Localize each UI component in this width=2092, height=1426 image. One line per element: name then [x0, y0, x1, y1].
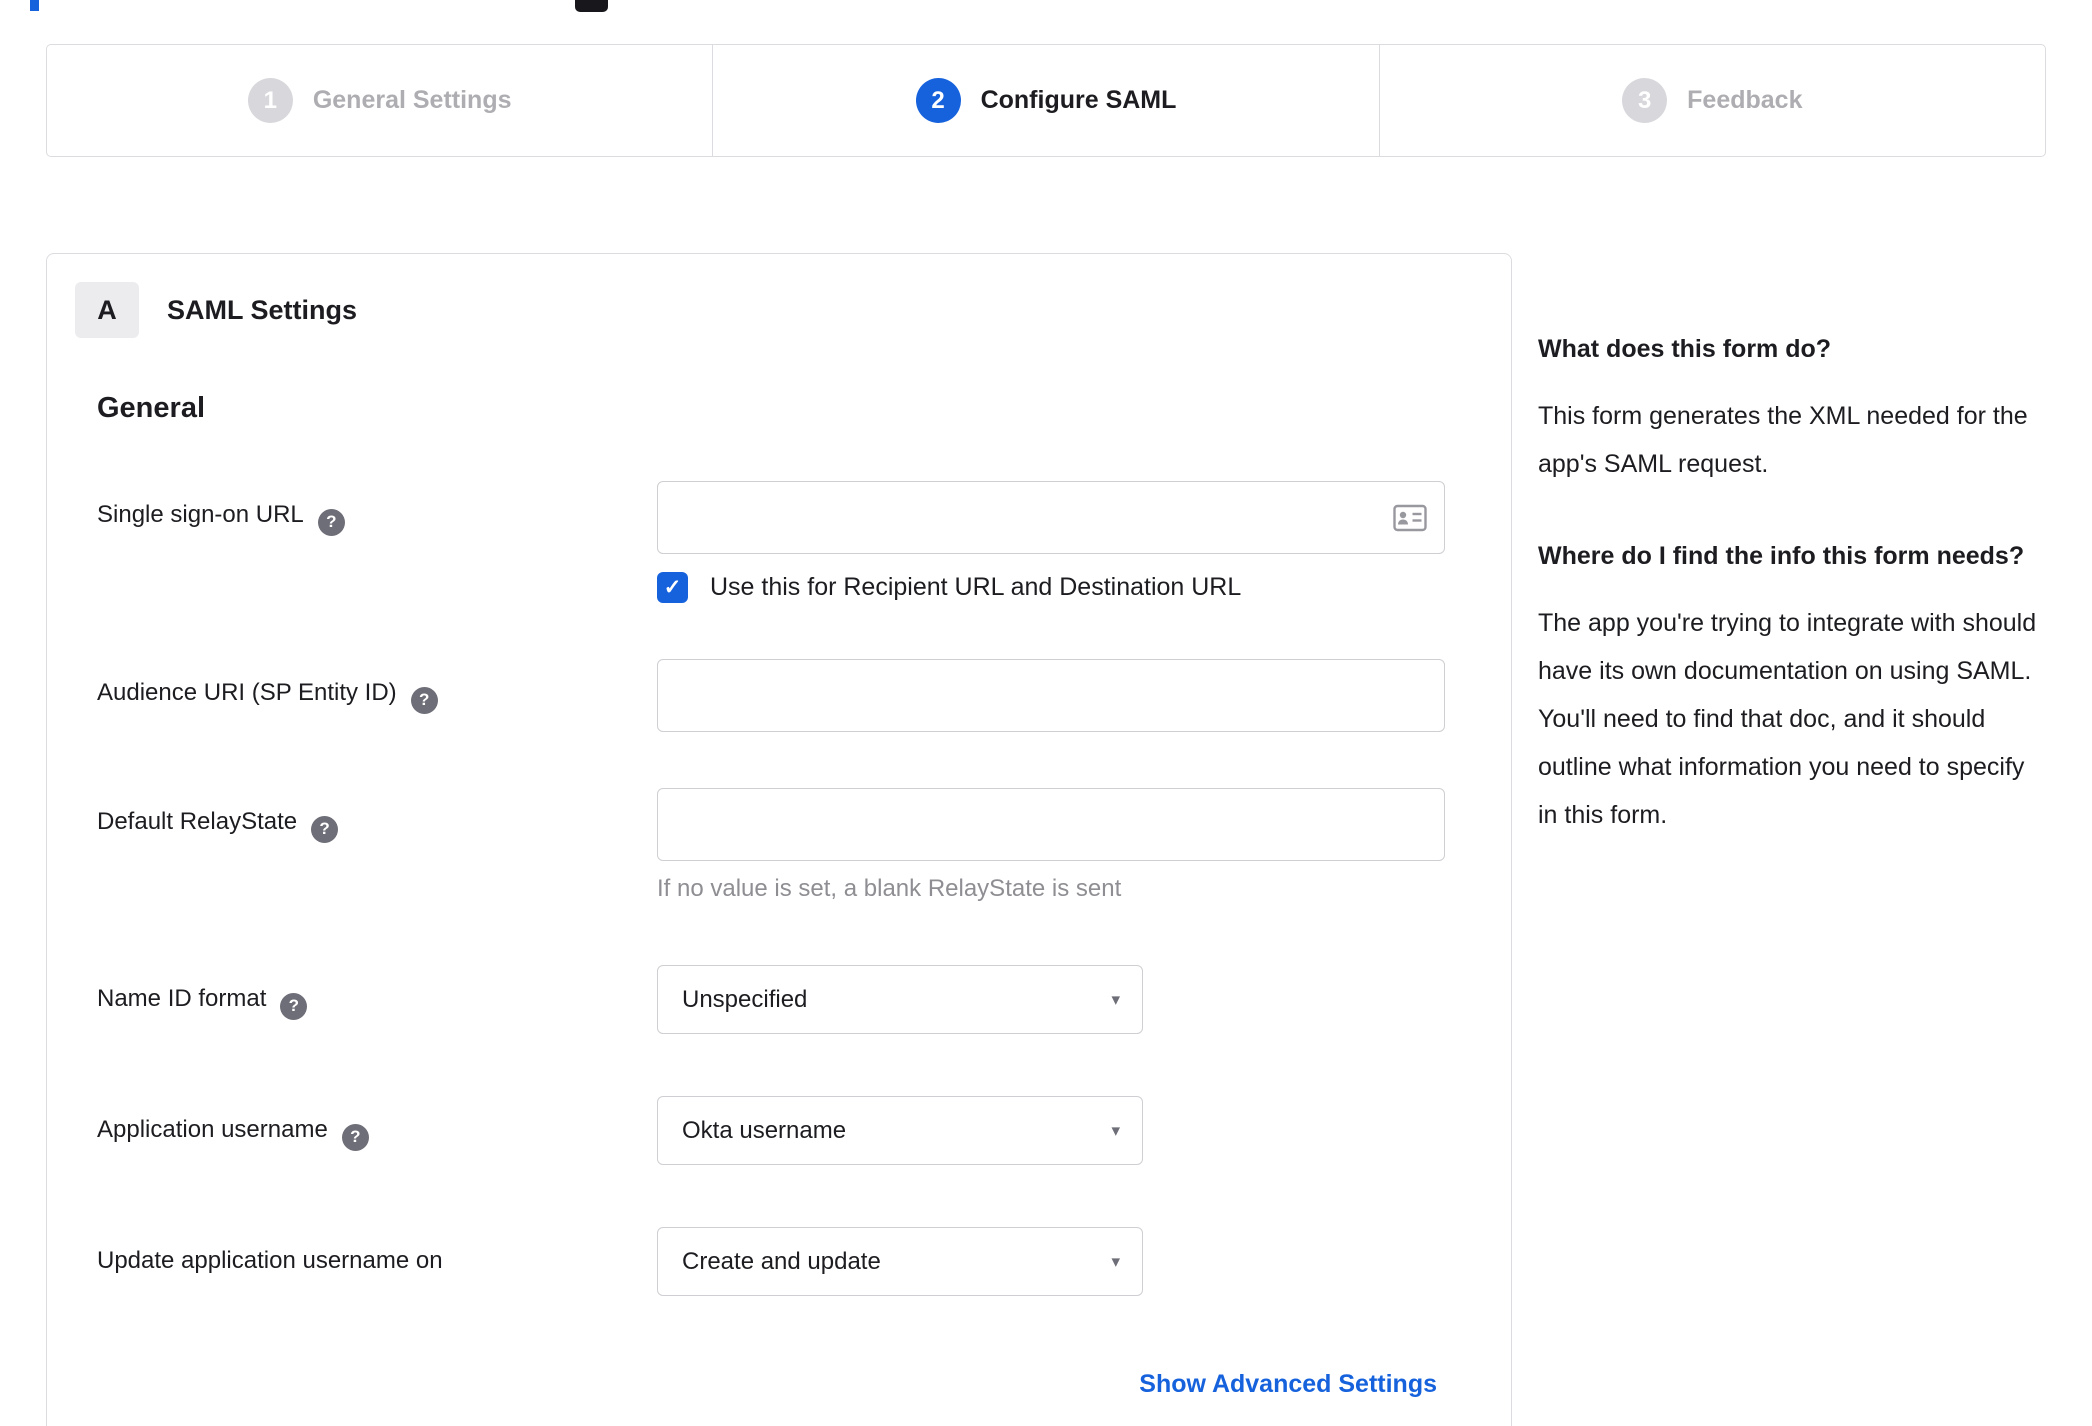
wizard-stepper: 1 General Settings 2 Configure SAML 3 Fe…	[46, 44, 2046, 157]
help-icon[interactable]: ?	[280, 992, 308, 1020]
chevron-down-icon: ▾	[1111, 989, 1120, 1009]
relay-state-hint: If no value is set, a blank RelayState i…	[657, 875, 1122, 902]
field-control-cell: If no value is set, a blank RelayState i…	[657, 788, 1445, 903]
step-general-settings[interactable]: 1 General Settings	[47, 45, 712, 156]
step-feedback[interactable]: 3 Feedback	[1378, 45, 2045, 156]
name-id-format-select[interactable]: Unspecified ▾	[657, 965, 1143, 1034]
help-icon[interactable]: ?	[317, 508, 345, 536]
field-label-cell: Application username?	[97, 1096, 657, 1151]
chevron-down-icon: ▾	[1111, 1120, 1120, 1140]
help-section-what: What does this form do? This form genera…	[1538, 325, 2046, 488]
step-label: Feedback	[1687, 86, 1803, 114]
field-label-cell: Name ID format?	[97, 965, 657, 1020]
group-title-general: General	[97, 392, 205, 424]
field-row-sso-url: Single sign-on URL? ✓ Use this for Recip…	[97, 481, 1445, 603]
help-heading: What does this form do?	[1538, 335, 1832, 363]
audience-uri-input-wrap	[657, 659, 1445, 732]
field-control-cell	[657, 659, 1445, 732]
help-heading: Where do I find the info this form needs…	[1538, 542, 2025, 570]
app-username-select[interactable]: Okta username ▾	[657, 1096, 1143, 1165]
field-row-name-id-format: Name ID format? Unspecified ▾	[97, 965, 1443, 1034]
step-number-badge: 2	[915, 78, 961, 123]
field-label-cell: Audience URI (SP Entity ID)?	[97, 659, 657, 714]
app-username-label: Application username	[97, 1116, 328, 1143]
sso-url-input-wrap	[657, 481, 1445, 554]
audience-uri-label: Audience URI (SP Entity ID)	[97, 679, 397, 706]
field-label-cell: Default RelayState?	[97, 788, 657, 843]
field-row-update-app-username: Update application username on Create an…	[97, 1227, 1443, 1296]
help-sidebar: What does this form do? This form genera…	[1538, 325, 2046, 839]
step-number-badge: 3	[1622, 78, 1668, 123]
select-value: Unspecified	[682, 985, 808, 1013]
field-row-relay-state: Default RelayState? If no value is set, …	[97, 788, 1445, 903]
update-app-username-label: Update application username on	[97, 1247, 443, 1274]
field-row-audience-uri: Audience URI (SP Entity ID)?	[97, 659, 1445, 732]
select-value: Create and update	[682, 1247, 881, 1275]
chevron-down-icon: ▾	[1111, 1251, 1120, 1271]
relay-state-input-wrap	[657, 788, 1445, 861]
panel-title: SAML Settings	[167, 294, 358, 325]
field-control-cell: Okta username ▾	[657, 1096, 1443, 1165]
step-label: Configure SAML	[980, 86, 1177, 114]
cutoff-icon-fragment	[575, 0, 608, 12]
field-label-cell: Single sign-on URL?	[97, 481, 657, 536]
saml-general-form: General Single sign-on URL? ✓ Use this f…	[75, 392, 1445, 1399]
recipient-url-checkbox[interactable]: ✓	[657, 572, 688, 603]
relay-state-label: Default RelayState	[97, 808, 298, 835]
name-id-format-label: Name ID format	[97, 985, 267, 1012]
step-number-badge: 1	[247, 78, 293, 123]
help-section-where: Where do I find the info this form needs…	[1538, 532, 2046, 839]
help-body: The app you're trying to integrate with …	[1538, 609, 2037, 829]
sso-url-label: Single sign-on URL	[97, 501, 304, 528]
cutoff-logo-fragment	[30, 0, 39, 11]
field-control-cell: Create and update ▾	[657, 1227, 1443, 1296]
help-icon[interactable]: ?	[410, 686, 438, 714]
advanced-settings-row: Show Advanced Settings	[97, 1370, 1443, 1399]
recipient-url-checkbox-row: ✓ Use this for Recipient URL and Destina…	[657, 572, 1445, 603]
help-icon[interactable]: ?	[341, 1123, 369, 1151]
help-body: This form generates the XML needed for t…	[1538, 402, 2028, 478]
sso-url-input[interactable]	[657, 481, 1445, 554]
field-row-app-username: Application username? Okta username ▾	[97, 1096, 1443, 1165]
step-label: General Settings	[312, 86, 512, 114]
field-control-cell: ✓ Use this for Recipient URL and Destina…	[657, 481, 1445, 603]
step-configure-saml[interactable]: 2 Configure SAML	[712, 45, 1378, 156]
update-app-username-select[interactable]: Create and update ▾	[657, 1227, 1143, 1296]
relay-state-input[interactable]	[657, 788, 1445, 861]
field-control-cell: Unspecified ▾	[657, 965, 1443, 1034]
contact-card-icon[interactable]	[1393, 504, 1427, 532]
recipient-url-checkbox-label: Use this for Recipient URL and Destinati…	[710, 573, 1242, 601]
saml-settings-panel: A SAML Settings General Single sign-on U…	[46, 253, 1512, 1426]
show-advanced-settings-link[interactable]: Show Advanced Settings	[1139, 1370, 1437, 1398]
select-value: Okta username	[682, 1116, 847, 1144]
help-icon[interactable]: ?	[311, 815, 339, 843]
section-a-badge: A	[75, 282, 139, 338]
audience-uri-input[interactable]	[657, 659, 1445, 732]
field-label-cell: Update application username on	[97, 1227, 657, 1275]
panel-header: A SAML Settings	[75, 282, 1443, 338]
